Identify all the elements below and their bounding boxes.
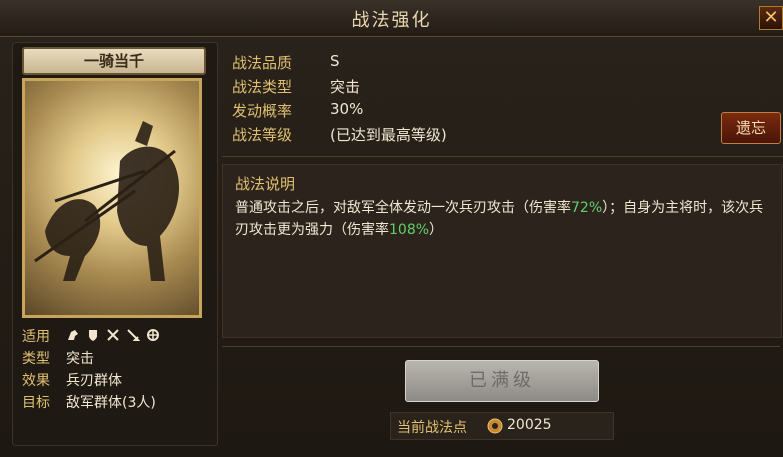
description-title: 战法说明 xyxy=(235,175,296,193)
stat-value: 敌军群体(3人) xyxy=(66,395,156,411)
desc-part: ） xyxy=(429,222,444,238)
stat-row-target: 目标 敌军群体(3人) xyxy=(22,392,212,412)
close-button[interactable]: ✕ xyxy=(759,6,783,30)
battle-illustration xyxy=(34,121,180,281)
bow-icon xyxy=(107,329,119,341)
stat-label: 目标 xyxy=(22,395,50,411)
siege-icon xyxy=(147,329,159,341)
detail-value: 30% xyxy=(330,100,364,118)
detail-label: 战法类型 xyxy=(232,78,293,96)
divider xyxy=(222,156,783,157)
forget-button[interactable]: 遗忘 xyxy=(721,112,781,144)
title-bar: 战法强化 xyxy=(0,0,783,37)
coin-icon xyxy=(487,418,503,434)
skill-artwork xyxy=(22,78,202,318)
stat-row-troops: 适用 xyxy=(22,326,212,346)
detail-label: 战法品质 xyxy=(232,54,293,72)
detail-label: 发动概率 xyxy=(232,102,293,120)
stat-label: 适用 xyxy=(22,329,50,345)
detail-label: 战法等级 xyxy=(232,126,293,144)
skill-points: 当前战法点 20025 xyxy=(390,412,614,440)
stat-value: 突击 xyxy=(66,351,94,367)
detail-value: 突击 xyxy=(330,78,361,96)
stat-label: 类型 xyxy=(22,351,50,367)
spear-icon xyxy=(127,329,140,341)
damage-rate: 72% xyxy=(571,200,603,216)
stat-label: 效果 xyxy=(22,373,50,389)
stat-row-effect: 效果 兵刃群体 xyxy=(22,370,212,390)
description-text: 普通攻击之后，对敌军全体发动一次兵刃攻击（伤害率72%）；自身为主将时，该次兵刃… xyxy=(235,197,769,241)
skill-details: 战法品质 S 战法类型 突击 发动概率 30% 战法等级 (已达到最高等级) xyxy=(222,44,783,164)
stat-row-type: 类型 突击 xyxy=(22,348,212,368)
max-level-button[interactable]: 已满级 xyxy=(405,360,599,402)
description-box: 战法说明 普通攻击之后，对敌军全体发动一次兵刃攻击（伤害率72%）；自身为主将时… xyxy=(222,164,782,338)
shield-icon xyxy=(89,330,97,341)
skill-name-banner: 一骑当千 xyxy=(22,47,206,75)
points-label: 当前战法点 xyxy=(397,420,467,436)
desc-part: 普通攻击之后，对敌军全体发动一次兵刃攻击（伤害率 xyxy=(235,200,571,216)
window-title: 战法强化 xyxy=(351,10,432,31)
damage-rate: 108% xyxy=(389,222,430,238)
skill-upgrade-window: 战法强化 ✕ 一骑当千 适用 类型 突击 效果 兵刃群体 目标 敌军群体(3人)… xyxy=(0,0,783,457)
stat-value: 兵刃群体 xyxy=(66,373,122,389)
detail-value: S xyxy=(330,52,340,70)
detail-value: (已达到最高等级) xyxy=(330,126,447,144)
points-value: 20025 xyxy=(507,417,552,433)
divider xyxy=(222,346,780,347)
cavalry-icon xyxy=(68,330,78,340)
